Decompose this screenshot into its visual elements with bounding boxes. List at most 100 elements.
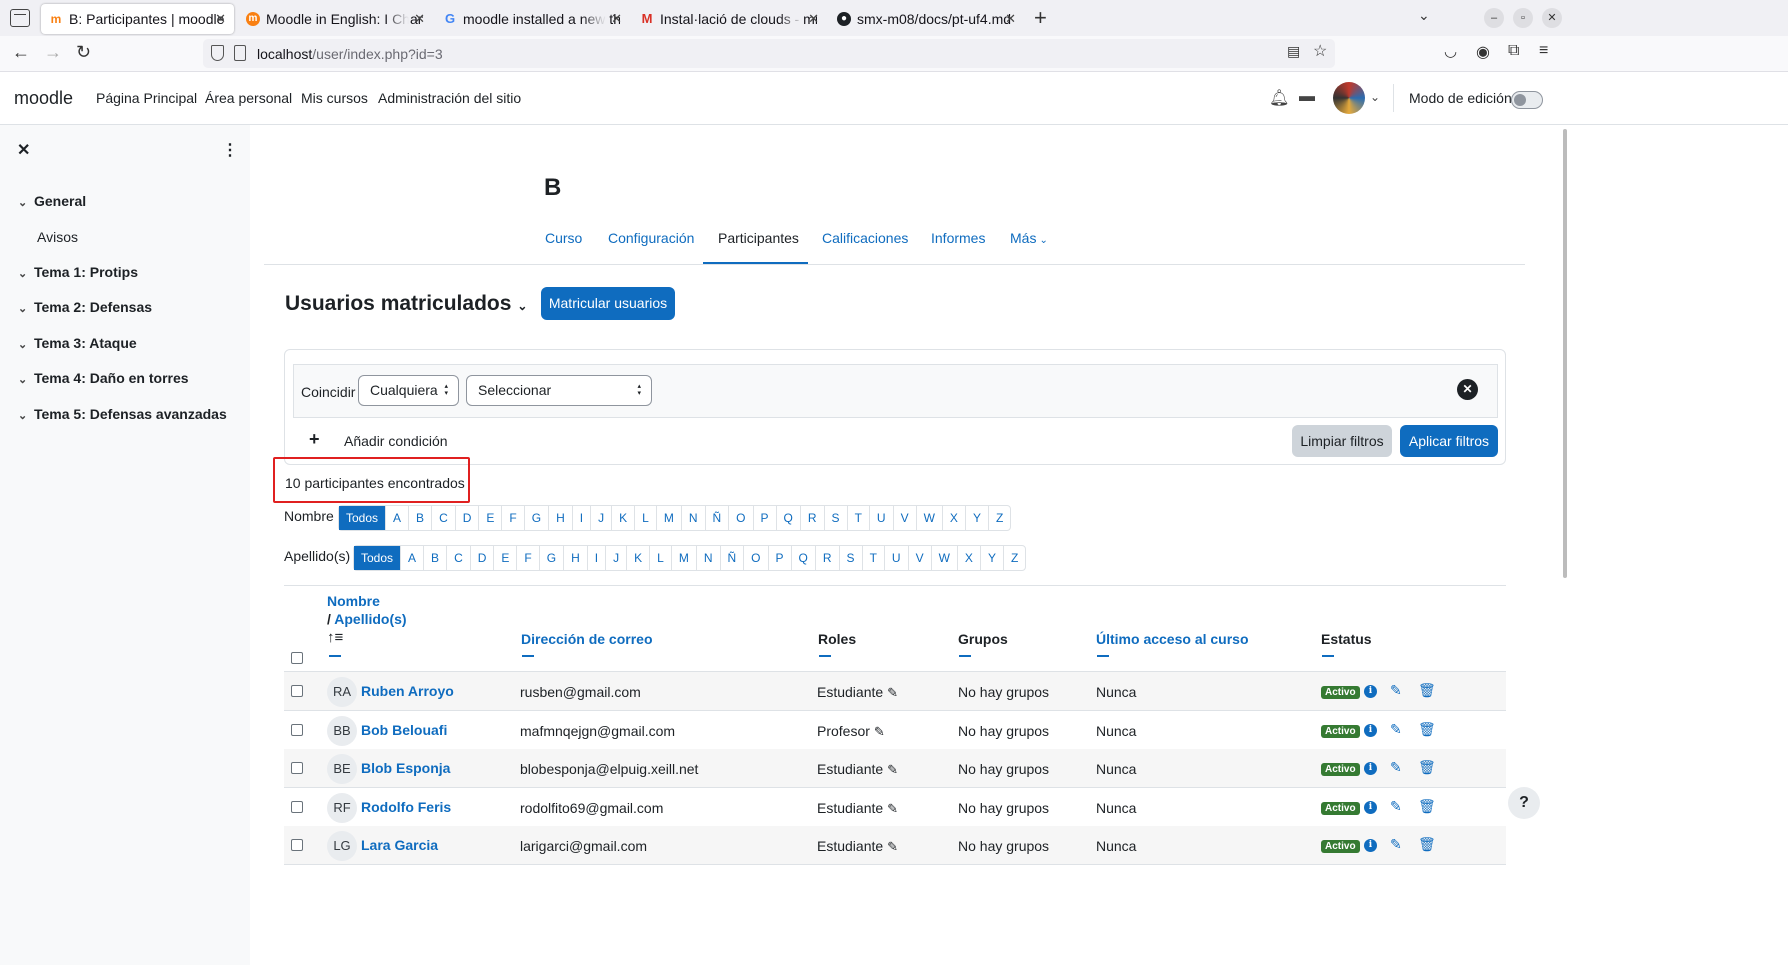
- edit-enrolment-icon[interactable]: ✎: [1390, 682, 1402, 699]
- lastname-initial-letter[interactable]: Y: [981, 546, 1004, 570]
- tab-calificaciones[interactable]: Calificaciones: [822, 230, 908, 246]
- forward-icon[interactable]: →: [44, 42, 62, 63]
- collapse-column-icon[interactable]: [329, 655, 341, 657]
- browser-tab-participantes[interactable]: m B: Participantes | moodle ✕: [41, 4, 234, 34]
- chevron-down-icon[interactable]: ⌄: [18, 267, 34, 280]
- browser-tab-gmail[interactable]: M Instal·lació de clouds - mr ✕: [632, 4, 827, 34]
- firstname-initial-letter[interactable]: Y: [966, 506, 989, 530]
- chevron-down-icon[interactable]: ⌄: [18, 338, 34, 351]
- firstname-initial-letter[interactable]: U: [870, 506, 894, 530]
- firstname-initial-letter[interactable]: K: [612, 506, 636, 530]
- firstname-initial-letter[interactable]: B: [409, 506, 433, 530]
- messages-icon[interactable]: ▬: [1299, 88, 1315, 106]
- firstname-initial-letter[interactable]: V: [894, 506, 917, 530]
- collapse-column-icon[interactable]: [1097, 655, 1109, 657]
- edit-role-icon[interactable]: ✎: [887, 839, 898, 855]
- remove-condition-icon[interactable]: ✕: [1457, 379, 1478, 400]
- lastname-initial-letter[interactable]: R: [816, 546, 840, 570]
- lastname-initial-letter[interactable]: O: [744, 546, 769, 570]
- chevron-down-icon[interactable]: ⌄: [18, 373, 34, 386]
- filter-type-select[interactable]: Seleccionar: [466, 375, 652, 406]
- firstname-initial-letter[interactable]: Ñ: [706, 506, 730, 530]
- nav-my-courses[interactable]: Mis cursos: [301, 90, 368, 106]
- extensions-icon[interactable]: ⧉: [1508, 42, 1519, 60]
- match-select[interactable]: Cualquiera: [358, 375, 459, 406]
- close-tab-icon[interactable]: ✕: [414, 4, 425, 34]
- maximize-icon[interactable]: ▫: [1513, 8, 1533, 28]
- kebab-menu-icon[interactable]: ⋮: [222, 140, 238, 160]
- section-item-avisos[interactable]: Avisos: [37, 229, 78, 245]
- chevron-down-icon[interactable]: ⌄: [18, 302, 34, 315]
- row-checkbox[interactable]: [291, 685, 303, 697]
- close-tab-icon[interactable]: ✕: [215, 4, 226, 34]
- firstname-initial-letter[interactable]: F: [502, 506, 525, 530]
- tab-informes[interactable]: Informes: [931, 230, 985, 246]
- row-checkbox[interactable]: [291, 839, 303, 851]
- select-all-checkbox[interactable]: [291, 652, 303, 664]
- list-all-tabs-icon[interactable]: ⌄: [1418, 7, 1430, 24]
- lastname-initial-letter[interactable]: U: [885, 546, 909, 570]
- section-tema-1[interactable]: ⌄ Tema 1: Protips: [18, 264, 138, 280]
- tab-participantes[interactable]: Participantes: [718, 230, 799, 246]
- firstname-initial-letter[interactable]: N: [682, 506, 706, 530]
- collapse-column-icon[interactable]: [959, 655, 971, 657]
- add-condition-link[interactable]: Añadir condición: [344, 433, 448, 449]
- page-info-icon[interactable]: [234, 45, 246, 61]
- plus-icon[interactable]: +: [309, 429, 320, 450]
- clear-filters-button[interactable]: Limpiar filtros: [1292, 425, 1392, 457]
- reload-icon[interactable]: ↻: [76, 42, 91, 63]
- bell-icon[interactable]: 🔔︎: [1269, 88, 1289, 108]
- lastname-initial-letter[interactable]: Ñ: [721, 546, 745, 570]
- lastname-initial-letter[interactable]: K: [627, 546, 651, 570]
- lastname-initial-letter[interactable]: F: [517, 546, 540, 570]
- lastname-initial-letter[interactable]: T: [863, 546, 885, 570]
- firstname-initial-letter[interactable]: D: [456, 506, 480, 530]
- firstname-initial-letter[interactable]: A: [386, 506, 410, 530]
- chevron-down-icon[interactable]: ⌄: [18, 409, 34, 422]
- user-name-link[interactable]: Rodolfo Feris: [361, 799, 451, 815]
- firstname-initial-all[interactable]: Todos: [339, 506, 387, 530]
- chevron-down-icon[interactable]: ⌄: [18, 196, 34, 209]
- account-icon[interactable]: ◉: [1476, 42, 1490, 62]
- section-tema-5[interactable]: ⌄ Tema 5: Defensas avanzadas: [18, 406, 227, 422]
- row-checkbox[interactable]: [291, 762, 303, 774]
- page-scrollbar[interactable]: [1563, 129, 1567, 578]
- lastname-initial-letter[interactable]: P: [769, 546, 792, 570]
- user-name-link[interactable]: Lara Garcia: [361, 837, 438, 853]
- pocket-icon[interactable]: ◡: [1444, 42, 1457, 60]
- firstname-initial-letter[interactable]: L: [635, 506, 657, 530]
- info-icon[interactable]: i: [1364, 685, 1377, 698]
- sort-last-access-link[interactable]: Último acceso al curso: [1096, 631, 1249, 647]
- lastname-initial-letter[interactable]: X: [958, 546, 981, 570]
- reader-view-icon[interactable]: ▤: [1287, 43, 1300, 60]
- chevron-down-icon[interactable]: ⌄: [1370, 90, 1380, 104]
- sort-ascending-icon[interactable]: ↑≡: [327, 629, 343, 646]
- firstname-initial-letter[interactable]: I: [573, 506, 592, 530]
- firstname-initial-letter[interactable]: Z: [989, 506, 1010, 530]
- participants-heading[interactable]: Usuarios matriculados ⌄: [285, 292, 527, 316]
- nav-home[interactable]: Página Principal: [96, 90, 197, 106]
- info-icon[interactable]: i: [1364, 839, 1377, 852]
- firstname-initial-letter[interactable]: X: [943, 506, 966, 530]
- edit-enrolment-icon[interactable]: ✎: [1390, 721, 1402, 738]
- edit-enrolment-icon[interactable]: ✎: [1390, 759, 1402, 776]
- lastname-initial-letter[interactable]: L: [650, 546, 672, 570]
- edit-role-icon[interactable]: ✎: [887, 801, 898, 817]
- trash-icon[interactable]: 🗑︎: [1418, 721, 1436, 738]
- firstname-initial-letter[interactable]: W: [917, 506, 943, 530]
- new-tab-icon[interactable]: +: [1034, 5, 1047, 31]
- firstname-initial-letter[interactable]: R: [801, 506, 825, 530]
- edit-enrolment-icon[interactable]: ✎: [1390, 836, 1402, 853]
- lastname-initial-letter[interactable]: G: [540, 546, 565, 570]
- menu-icon[interactable]: ≡: [1539, 42, 1548, 60]
- firstname-initial-letter[interactable]: S: [825, 506, 848, 530]
- lastname-initial-letter[interactable]: C: [447, 546, 471, 570]
- browser-tab-google[interactable]: G moodle installed a new th ✕: [435, 4, 630, 34]
- firstname-initial-letter[interactable]: H: [549, 506, 573, 530]
- browser-tab-moodle-english[interactable]: m Moodle in English: I Change ✕: [238, 4, 433, 34]
- lastname-initial-letter[interactable]: M: [672, 546, 697, 570]
- tab-curso[interactable]: Curso: [545, 230, 582, 246]
- tab-configuracion[interactable]: Configuración: [608, 230, 694, 246]
- apply-filters-button[interactable]: Aplicar filtros: [1400, 425, 1498, 457]
- firstname-initial-letter[interactable]: T: [848, 506, 870, 530]
